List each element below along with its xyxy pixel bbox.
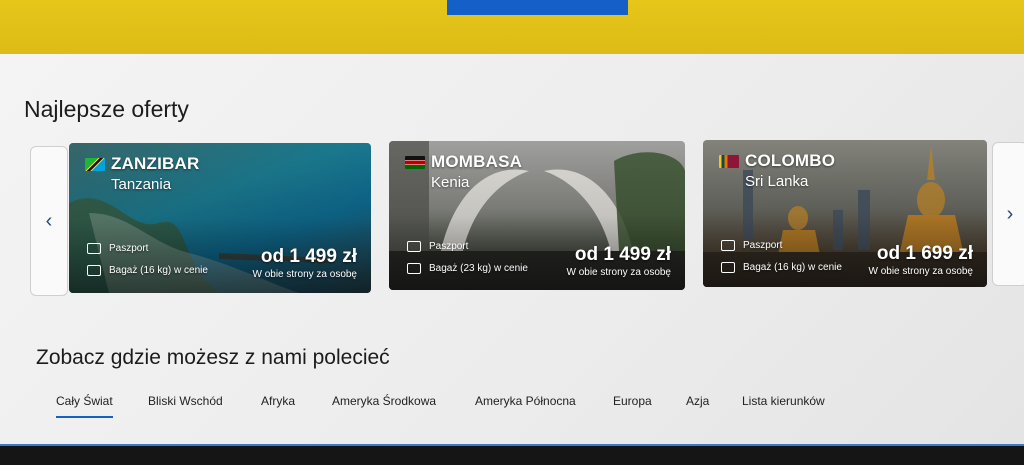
- offer-card-colombo[interactable]: COLOMBO Sri Lanka Paszport Bagaż (16 kg)…: [703, 140, 987, 287]
- tab-europa[interactable]: Europa: [613, 394, 652, 408]
- offer-card-mombasa[interactable]: MOMBASA Kenia Paszport Bagaż (23 kg) w c…: [389, 141, 685, 290]
- offer-city: ZANZIBAR: [111, 154, 200, 173]
- baggage-feature: Bagaż (16 kg) w cenie: [87, 265, 208, 276]
- offer-city: COLOMBO: [745, 151, 836, 170]
- price-note: W obie strony za osobę: [868, 266, 974, 277]
- offer-price: od 1 699 zł: [876, 243, 973, 264]
- tab-ameryka-polnocna[interactable]: Ameryka Północna: [475, 394, 576, 408]
- passport-icon: [407, 241, 421, 252]
- luggage-icon: [407, 263, 421, 274]
- search-button[interactable]: [447, 0, 628, 15]
- tab-ameryka-srodkowa[interactable]: Ameryka Środkowa: [332, 394, 436, 408]
- passport-icon: [721, 240, 735, 251]
- feature-label: Paszport: [429, 241, 469, 252]
- carousel-next-button[interactable]: ›: [992, 142, 1024, 286]
- offer-country: Sri Lanka: [745, 173, 809, 190]
- destinations-title: Zobacz gdzie możesz z nami polecieć: [36, 346, 390, 369]
- passport-icon: [87, 243, 101, 254]
- carousel-prev-button[interactable]: ‹: [30, 146, 68, 296]
- offer-card-zanzibar[interactable]: ZANZIBAR Tanzania Paszport Bagaż (16 kg)…: [69, 143, 371, 293]
- chevron-left-icon: ‹: [45, 209, 53, 232]
- luggage-icon: [87, 265, 101, 276]
- tab-afryka[interactable]: Afryka: [261, 394, 295, 408]
- sri-lanka-flag-icon: [719, 155, 739, 168]
- tab-lista-kierunkow[interactable]: Lista kierunków: [742, 394, 825, 408]
- tanzania-flag-icon: [85, 158, 105, 171]
- price-note: W obie strony za osobę: [566, 267, 672, 278]
- offer-city: MOMBASA: [431, 152, 523, 171]
- tab-caly-swiat[interactable]: Cały Świat: [56, 394, 113, 418]
- tab-bliski-wschod[interactable]: Bliski Wschód: [148, 394, 223, 408]
- monitor-bezel: [0, 446, 1024, 465]
- passport-feature: Paszport: [87, 243, 148, 254]
- offer-country: Kenia: [431, 174, 470, 191]
- offer-price: od 1 499 zł: [260, 246, 357, 267]
- baggage-feature: Bagaż (23 kg) w cenie: [407, 263, 528, 274]
- feature-label: Bagaż (16 kg) w cenie: [743, 262, 842, 273]
- kenya-flag-icon: [405, 156, 425, 169]
- luggage-icon: [721, 262, 735, 273]
- feature-label: Paszport: [109, 243, 149, 254]
- baggage-feature: Bagaż (16 kg) w cenie: [721, 262, 842, 273]
- feature-label: Bagaż (16 kg) w cenie: [109, 265, 208, 276]
- price-note: W obie strony za osobę: [252, 269, 358, 280]
- passport-feature: Paszport: [407, 241, 468, 252]
- tab-azja[interactable]: Azja: [686, 394, 709, 408]
- passport-feature: Paszport: [721, 240, 782, 251]
- chevron-right-icon: ›: [1006, 202, 1014, 225]
- feature-label: Paszport: [743, 240, 783, 251]
- section-title: Najlepsze oferty: [24, 96, 189, 122]
- offer-price: od 1 499 zł: [574, 244, 671, 265]
- offer-country: Tanzania: [111, 176, 172, 193]
- feature-label: Bagaż (23 kg) w cenie: [429, 263, 528, 274]
